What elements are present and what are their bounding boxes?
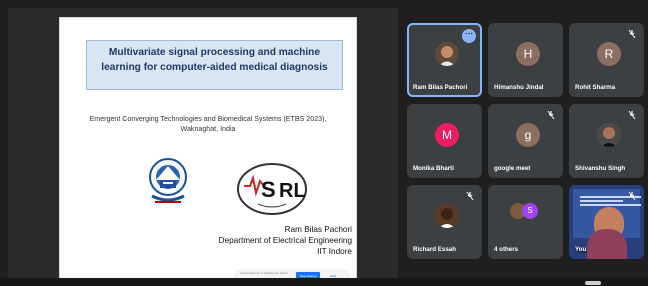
participant-photo-icon xyxy=(597,123,621,147)
participant-tile-you[interactable]: You xyxy=(569,185,644,259)
participant-tile-google-meet[interactable]: g google meet xyxy=(488,104,563,178)
participant-photo xyxy=(597,123,621,147)
participant-name: You xyxy=(575,246,587,253)
sirl-logo: S RL xyxy=(236,162,308,216)
screen-share-notice-text: meet.google.com is sharing your screen. xyxy=(240,272,289,275)
iit-indore-logo xyxy=(148,156,188,208)
participant-name: Ram Bilas Pachori xyxy=(413,84,468,91)
meeting-screen: Multivariate signal processing and machi… xyxy=(0,0,648,286)
sirl-logo-text: S xyxy=(261,177,276,202)
participant-photo-icon xyxy=(435,204,459,228)
participant-name: Shivanshu Singh xyxy=(575,165,626,172)
participant-avatar: M xyxy=(435,123,459,147)
participant-avatar: g xyxy=(516,123,540,147)
participant-tile-rohit-sharma[interactable]: R Rohit Sharma xyxy=(569,23,644,97)
microphone-off-icon xyxy=(628,191,636,201)
participant-tile-ram-bilas-pachori[interactable]: ⋯ Ram Bilas Pachori xyxy=(407,23,482,97)
author-name: Ram Bilas Pachori xyxy=(284,225,352,234)
small-participant-avatar: S xyxy=(522,203,538,219)
author-info: Ram Bilas Pachori Department of Electric… xyxy=(212,224,352,257)
participant-tile-others[interactable]: S 4 others xyxy=(488,185,563,259)
conference-line-1: Emergent Converging Technologies and Bio… xyxy=(89,115,327,123)
meeting-bottom-bar xyxy=(0,278,648,286)
slide-title-line-1: Multivariate signal processing and machi… xyxy=(108,47,321,58)
sirl-logo-rl-text: RL xyxy=(279,180,306,202)
others-avatars: S xyxy=(510,203,542,223)
participant-avatar: R xyxy=(597,42,621,66)
shared-presentation-area: Multivariate signal processing and machi… xyxy=(8,8,398,283)
participant-name: google meet xyxy=(494,165,531,172)
participant-name: 4 others xyxy=(494,246,519,253)
author-department: Department of Electrical Engineering xyxy=(218,236,352,245)
author-institute: IIT Indore xyxy=(317,247,352,256)
participant-name: Monika Bharti xyxy=(413,165,454,172)
participant-name: Richard Essah xyxy=(413,246,456,253)
participant-tile-himanshu-jindal[interactable]: H Himanshu Jindal xyxy=(488,23,563,97)
conference-line-2: Waknaghat, India xyxy=(180,125,236,133)
slide-title-box: Multivariate signal processing and machi… xyxy=(86,40,343,90)
participant-grid: ⋯ Ram Bilas Pachori H Himanshu Jindal R … xyxy=(407,23,647,263)
participant-name: Himanshu Jindal xyxy=(494,84,544,91)
background-text-line xyxy=(580,204,641,206)
iit-indore-logo-icon xyxy=(149,158,187,203)
participant-photo-icon xyxy=(435,42,459,66)
sirl-logo-icon: S RL xyxy=(237,163,307,215)
participant-tile-richard-essah[interactable]: Richard Essah xyxy=(407,185,482,259)
slide-title-line-2: learning for computer-aided medical diag… xyxy=(101,61,328,73)
conference-info: Emergent Converging Technologies and Bio… xyxy=(70,114,346,134)
background-text-line xyxy=(580,200,623,202)
microphone-off-icon xyxy=(628,29,636,39)
participant-photo xyxy=(435,42,459,66)
self-video-shirt xyxy=(587,229,627,259)
microphone-off-icon xyxy=(547,110,555,120)
participant-avatar: H xyxy=(516,42,540,66)
participant-name: Rohit Sharma xyxy=(575,84,616,91)
bottom-indicator-icon xyxy=(585,281,601,285)
self-video-preview: You xyxy=(569,185,644,259)
more-options-icon[interactable]: ⋯ xyxy=(462,29,476,43)
participant-photo xyxy=(435,204,459,228)
microphone-off-icon xyxy=(628,110,636,120)
microphone-off-icon xyxy=(466,191,474,201)
participant-tile-shivanshu-singh[interactable]: Shivanshu Singh xyxy=(569,104,644,178)
presentation-slide: Multivariate signal processing and machi… xyxy=(60,18,356,283)
participant-tile-monika-bharti[interactable]: M Monika Bharti xyxy=(407,104,482,178)
